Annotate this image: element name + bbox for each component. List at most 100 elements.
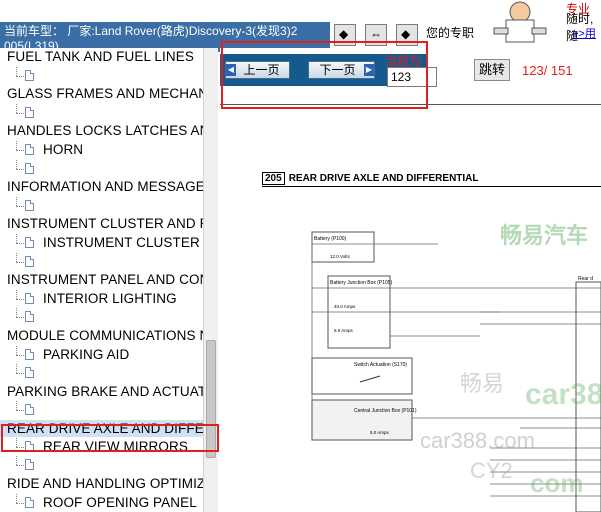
tree-item-label: PARKING AID bbox=[43, 347, 130, 362]
tree-connector bbox=[16, 364, 17, 373]
section-title-text: REAR DRIVE AXLE AND DIFFERENTIAL bbox=[288, 173, 479, 184]
top-header: 当前车型： 厂家:Land Rover(路虎)Discovery-3(发现3)2… bbox=[0, 0, 601, 52]
document-icon bbox=[25, 497, 34, 508]
tree-connector bbox=[16, 206, 24, 207]
tree-folder-item[interactable]: FUEL TANK AND FUEL LINES bbox=[0, 48, 203, 65]
tree-folder-item[interactable]: INFORMATION AND MESSAGE CENTER bbox=[0, 178, 203, 195]
watermark-cy: CY2 bbox=[470, 458, 513, 483]
tree-connector bbox=[16, 465, 24, 466]
tree-folder-item[interactable]: INSTRUMENT CLUSTER AND PANEL ILLUMINATIO… bbox=[0, 215, 203, 232]
rdm-label: Rear d bbox=[578, 276, 593, 282]
tree-item-label: INSTRUMENT CLUSTER AND PANEL ILLUMINATIO… bbox=[7, 216, 203, 231]
watermark-cn: 畅易汽车 bbox=[500, 223, 589, 248]
tree-connector bbox=[16, 401, 17, 410]
tree-leaf-item[interactable]: INTERIOR LIGHTING bbox=[0, 290, 203, 307]
tree-leaf-item[interactable] bbox=[0, 197, 203, 214]
tree-leaf-item[interactable] bbox=[0, 456, 203, 473]
tree-connector bbox=[16, 150, 24, 151]
tree-connector bbox=[16, 346, 17, 355]
tree-folder-item[interactable]: RIDE AND HANDLING OPTIMIZATION bbox=[0, 475, 203, 492]
tree-item-label: INFORMATION AND MESSAGE CENTER bbox=[7, 179, 203, 194]
tree-leaf-item[interactable] bbox=[0, 160, 203, 177]
tree-connector bbox=[16, 253, 17, 262]
tree-leaf-item[interactable]: INSTRUMENT CLUSTER bbox=[0, 234, 203, 251]
tree-connector bbox=[16, 456, 17, 465]
tree-connector bbox=[16, 160, 17, 169]
document-icon bbox=[25, 200, 34, 211]
selected-item-highlight bbox=[1, 424, 219, 452]
tree-connector bbox=[16, 76, 24, 77]
tree-folder-item[interactable]: MODULE COMMUNICATIONS NETWORK bbox=[0, 327, 203, 344]
tree-leaf-item[interactable] bbox=[0, 364, 203, 381]
tree-item-label: HANDLES LOCKS LATCHES AND ENTRY SYSTEMS bbox=[7, 123, 203, 138]
tree-connector bbox=[16, 104, 17, 113]
tree-connector bbox=[16, 355, 24, 356]
document-icon bbox=[25, 163, 34, 174]
watermark-com: com bbox=[530, 468, 584, 498]
tree-leaf-item[interactable] bbox=[0, 308, 203, 325]
section-number: 205 bbox=[262, 172, 285, 185]
document-icon bbox=[25, 107, 34, 118]
tree-connector bbox=[16, 197, 17, 206]
tree-item-label: FUEL TANK AND FUEL LINES bbox=[7, 49, 194, 64]
tree-connector bbox=[16, 169, 24, 170]
tree-leaf-item[interactable] bbox=[0, 253, 203, 270]
tree-item-label: GLASS FRAMES AND MECHANISMS bbox=[7, 86, 203, 101]
document-icon bbox=[25, 349, 34, 360]
document-icon bbox=[25, 311, 34, 322]
tree-item-label: HORN bbox=[43, 142, 84, 157]
section-rule bbox=[262, 186, 601, 187]
cjb-label: Central Junction Box (P101) bbox=[354, 408, 417, 414]
document-icon bbox=[25, 237, 34, 248]
tree-leaf-item[interactable] bbox=[0, 104, 203, 121]
document-icon bbox=[25, 459, 34, 470]
watermark-big: car388 bbox=[525, 378, 601, 411]
tree-connector bbox=[16, 113, 24, 114]
tree-connector bbox=[16, 234, 17, 243]
watermark-cn2: 畅易 bbox=[460, 371, 505, 396]
fit-page-icon: ⇔ bbox=[370, 27, 382, 41]
jump-button[interactable]: 跳转 bbox=[474, 59, 510, 81]
tree-folder-item[interactable]: INSTRUMENT PANEL AND CONSOLE bbox=[0, 271, 203, 288]
tree-leaf-item[interactable] bbox=[0, 401, 203, 418]
corner-link[interactable]: >>用 bbox=[572, 25, 596, 41]
document-icon bbox=[25, 404, 34, 415]
fuse2-label: 5.0 Amps bbox=[334, 328, 354, 333]
fuse3-label: 5.0 Amps bbox=[370, 430, 390, 435]
tree-leaf-item[interactable]: PARKING AID bbox=[0, 346, 203, 363]
tree-connector bbox=[16, 67, 17, 76]
tree-folder-item[interactable]: GLASS FRAMES AND MECHANISMS bbox=[0, 85, 203, 102]
watermark-site: car388.com bbox=[420, 428, 535, 453]
tree-connector bbox=[16, 503, 24, 504]
switch-label: Switch Actuation (S170) bbox=[354, 362, 407, 368]
tree-leaf-item[interactable]: ROOF OPENING PANEL bbox=[0, 494, 203, 511]
tree-connector bbox=[16, 262, 24, 263]
tree-item-label: INSTRUMENT PANEL AND CONSOLE bbox=[7, 272, 203, 287]
tree-connector bbox=[16, 494, 17, 503]
tree-connector bbox=[16, 243, 24, 244]
tree-leaf-item[interactable] bbox=[0, 67, 203, 84]
tree-leaf-item[interactable]: HORN bbox=[0, 141, 203, 158]
battery-label: Battery (P100) bbox=[314, 236, 347, 242]
tree-connector bbox=[16, 410, 24, 411]
tree-connector bbox=[16, 141, 17, 150]
tree-folder-item[interactable]: PARKING BRAKE AND ACTUATION bbox=[0, 383, 203, 400]
bjb-label: Battery Junction Box (P105) bbox=[330, 280, 393, 286]
tree-item-label: PARKING BRAKE AND ACTUATION bbox=[7, 384, 203, 399]
document-icon bbox=[25, 144, 34, 155]
tree-item-label: INTERIOR LIGHTING bbox=[43, 291, 177, 306]
page-count: 123/ 151 bbox=[522, 63, 573, 78]
tree-connector bbox=[16, 373, 24, 374]
document-icon bbox=[25, 293, 34, 304]
tree-folder-item[interactable]: HANDLES LOCKS LATCHES AND ENTRY SYSTEMS bbox=[0, 122, 203, 139]
navigation-highlight bbox=[221, 41, 428, 109]
tree-item-label: INSTRUMENT CLUSTER bbox=[43, 235, 200, 250]
tree-connector bbox=[16, 317, 24, 318]
fuse1-label: 40.0 Amps bbox=[334, 304, 356, 309]
document-icon: ◆ bbox=[339, 27, 349, 41]
document-viewer: ◀ 上一页 下一页 ▶ 当前为 123 跳转 123/ 151 205 REAR … bbox=[220, 48, 601, 512]
tree-connector bbox=[16, 290, 17, 299]
mascot-image bbox=[493, 1, 547, 43]
battery-volts: 12.0 Volts bbox=[330, 254, 351, 259]
cjb-box bbox=[311, 399, 413, 441]
